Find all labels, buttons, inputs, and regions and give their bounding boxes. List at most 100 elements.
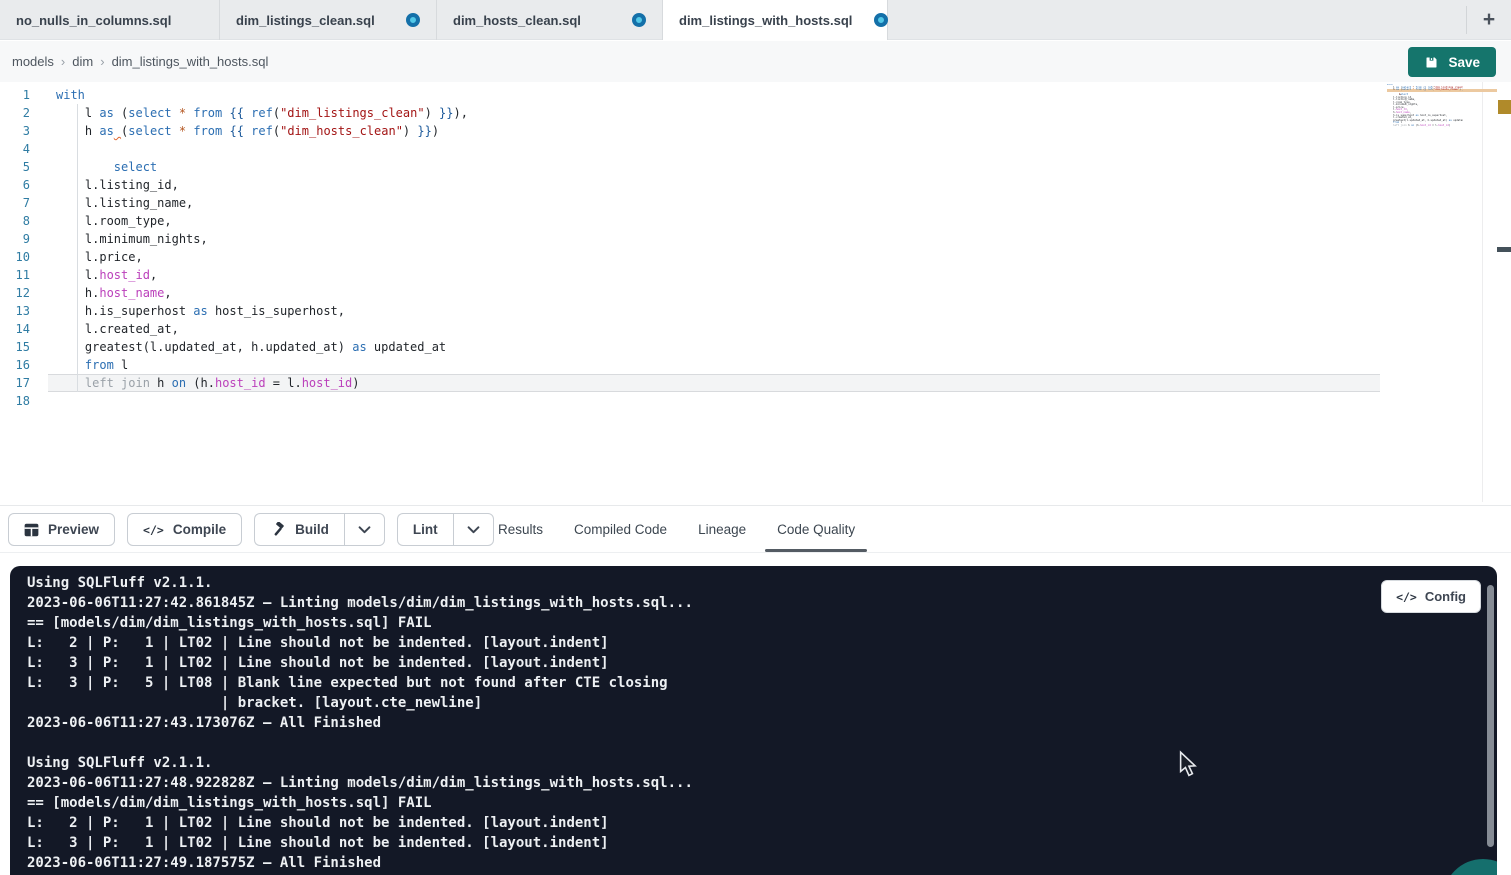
code-icon: </> [143,523,164,537]
line-number: 1 [0,86,30,104]
file-tab-label: no_nulls_in_columns.sql [16,13,171,28]
lint-output-terminal: Using SQLFluff v2.1.1.2023-06-06T11:27:4… [10,566,1497,875]
code-line[interactable]: l.listing_name, [56,194,468,212]
lint-button-label: Lint [413,522,438,537]
file-tab-dim_listings_with_hosts-sql[interactable]: dim_listings_with_hosts.sql [663,0,888,40]
line-number: 13 [0,302,30,320]
terminal-scrollbar[interactable] [1487,585,1494,847]
code-line[interactable]: h.host_name, [56,284,468,302]
line-number: 10 [0,248,30,266]
line-number: 7 [0,194,30,212]
terminal-line: Using SQLFluff v2.1.1. [27,573,693,593]
line-number: 16 [0,356,30,374]
line-number-gutter: 123456789101112131415161718 [0,86,30,410]
code-editor[interactable]: 123456789101112131415161718 with l as (s… [0,82,1511,505]
terminal-line: 2023-06-06T11:27:48.922828Z — Linting mo… [27,773,693,793]
config-button[interactable]: </> Config [1381,580,1481,613]
minimap[interactable]: with l as (select * from {{ ref("dim_lis… [1387,84,1463,204]
code-line[interactable]: select [56,158,468,176]
minimap-line [1387,127,1463,130]
code-line[interactable]: from l [56,356,468,374]
table-icon [24,523,39,537]
breadcrumb-item[interactable]: dim_listings_with_hosts.sql [112,54,269,69]
terminal-line: L: 3 | P: 5 | LT08 | Blank line expected… [27,673,693,693]
terminal-line: 2023-06-06T11:27:49.187575Z — All Finish… [27,853,693,873]
lint-button-dropdown[interactable] [453,513,494,546]
code-line[interactable]: l.listing_id, [56,176,468,194]
file-tab-dim_listings_clean-sql[interactable]: dim_listings_clean.sql [220,0,437,40]
tab-results[interactable]: Results [498,506,543,553]
line-number: 17 [0,374,30,392]
save-icon [1424,55,1439,70]
overview-ruler-cursor-marker [1497,247,1511,252]
build-button-label: Build [295,522,329,537]
breadcrumb-item[interactable]: models [12,54,54,69]
tab-compiled-code[interactable]: Compiled Code [574,506,667,553]
lint-button[interactable]: Lint [397,513,453,546]
code-line[interactable]: with [56,86,468,104]
terminal-line: L: 3 | P: 1 | LT02 | Line should not be … [27,653,693,673]
chevron-down-icon [358,522,371,537]
code-line[interactable] [56,392,468,410]
tab-code-quality[interactable]: Code Quality [777,506,855,553]
file-tab-no_nulls_in_columns-sql[interactable]: no_nulls_in_columns.sql [0,0,220,40]
help-bubble-button[interactable] [1443,859,1497,875]
build-button[interactable]: Build [254,513,344,546]
terminal-line: Using SQLFluff v2.1.1. [27,753,693,773]
tab-lineage[interactable]: Lineage [698,506,746,553]
code-line[interactable]: left join h on (h.host_id = l.host_id) [56,374,468,392]
terminal-line [27,733,693,753]
new-tab-button[interactable]: + [1475,7,1503,33]
terminal-line: L: 2 | P: 1 | LT02 | Line should not be … [27,813,693,833]
save-button[interactable]: Save [1408,47,1496,77]
terminal-line: L: 3 | P: 1 | LT02 | Line should not be … [27,833,693,853]
minimap-line: h as (select * from {{ ref("dim_hosts_cl… [1387,89,1463,92]
code-line[interactable]: greatest(l.updated_at, h.updated_at) as … [56,338,468,356]
action-buttons: Preview </>Compile Build Lint [8,513,494,546]
unsaved-changes-dot [406,13,420,27]
code-icon: </> [1396,590,1417,604]
terminal-line: | bracket. [layout.cte_newline] [27,693,693,713]
compile-button[interactable]: </>Compile [127,513,242,546]
terminal-line: == [models/dim/dim_listings_with_hosts.s… [27,613,693,633]
line-number: 15 [0,338,30,356]
breadcrumb-separator: › [61,54,65,69]
breadcrumb-item[interactable]: dim [72,54,93,69]
code-line[interactable]: l.minimum_nights, [56,230,468,248]
line-number: 14 [0,320,30,338]
config-label: Config [1425,589,1466,604]
lint-button-group: Lint [397,513,494,546]
editor-toolbar: Preview </>Compile Build Lint Results Compil… [0,505,1511,553]
line-number: 4 [0,140,30,158]
overview-ruler-warning-marker [1498,100,1511,114]
code-line[interactable]: l.created_at, [56,320,468,338]
code-line[interactable]: l.room_type, [56,212,468,230]
line-number: 2 [0,104,30,122]
line-number: 8 [0,212,30,230]
save-label: Save [1448,55,1480,70]
code-lines[interactable]: with l as (select * from {{ ref("dim_lis… [56,86,468,410]
breadcrumb-row: models›dim›dim_listings_with_hosts.sql S… [0,41,1511,82]
line-number: 3 [0,122,30,140]
code-line[interactable]: h.is_superhost as host_is_superhost, [56,302,468,320]
file-tab-dim_hosts_clean-sql[interactable]: dim_hosts_clean.sql [437,0,663,40]
file-tab-label: dim_listings_with_hosts.sql [679,13,852,28]
tabbar-separator [1466,6,1467,34]
code-line[interactable]: h as (select * from {{ ref("dim_hosts_cl… [56,122,468,140]
line-number: 5 [0,158,30,176]
terminal-line: == [models/dim/dim_listings_with_hosts.s… [27,793,693,813]
line-number: 9 [0,230,30,248]
preview-button[interactable]: Preview [8,513,115,546]
result-tabs: Results Compiled Code Lineage Code Quality [498,506,855,553]
code-line[interactable]: l as (select * from {{ ref("dim_listings… [56,104,468,122]
breadcrumb: models›dim›dim_listings_with_hosts.sql [12,54,268,69]
file-tab-label: dim_hosts_clean.sql [453,13,581,28]
line-number: 11 [0,266,30,284]
terminal-line: 2023-06-06T11:27:42.861845Z — Linting mo… [27,593,693,613]
code-line[interactable] [56,140,468,158]
code-line[interactable]: l.price, [56,248,468,266]
code-line[interactable]: l.host_id, [56,266,468,284]
build-button-dropdown[interactable] [344,513,385,546]
unsaved-changes-dot [632,13,646,27]
line-number: 12 [0,284,30,302]
